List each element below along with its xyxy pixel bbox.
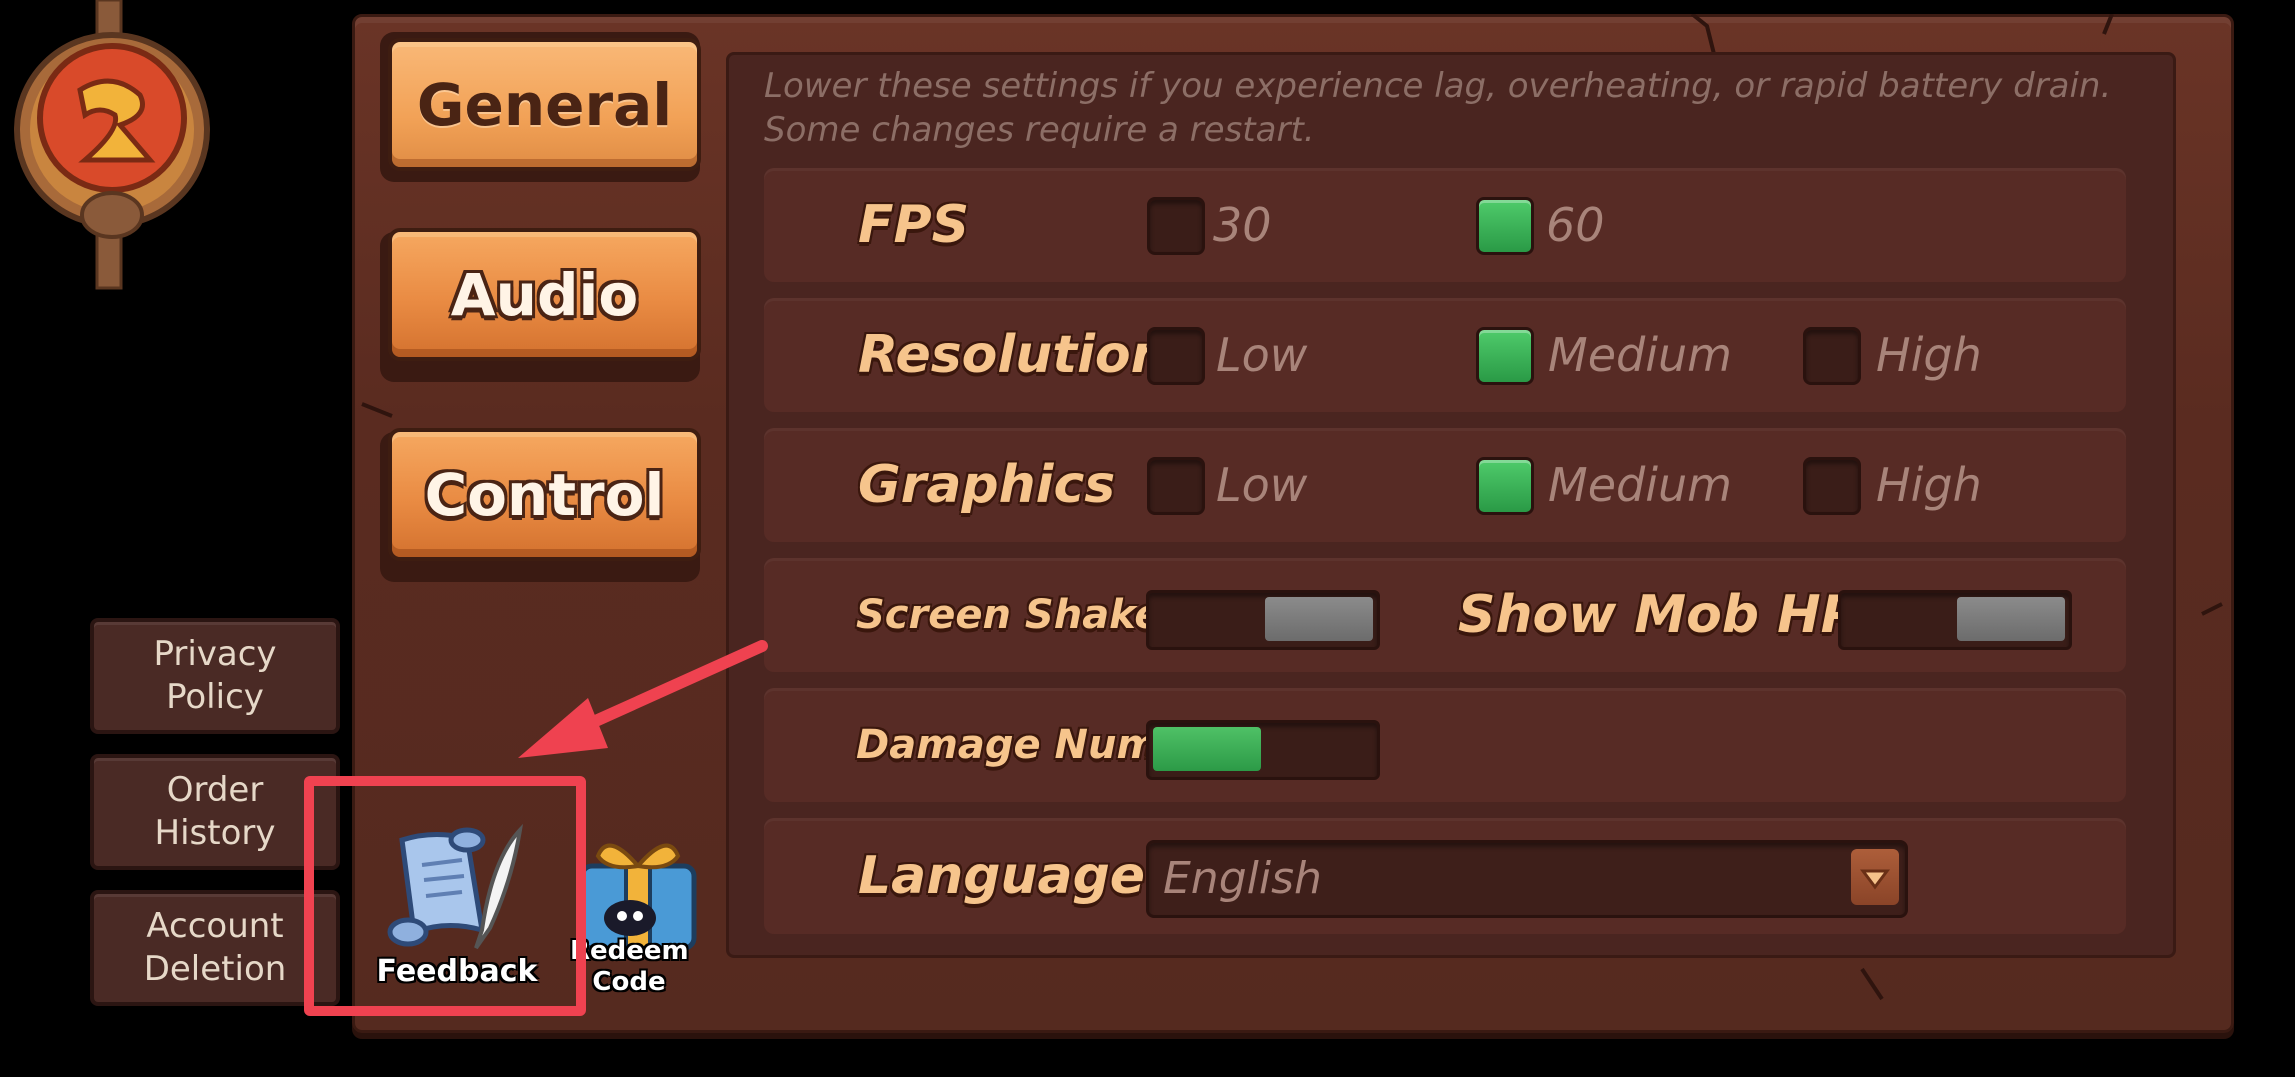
redeem-code-label-1: Redeem <box>570 936 689 966</box>
screen-shake-toggle[interactable] <box>1146 590 1380 650</box>
account-deletion-label-2: Deletion <box>143 949 287 989</box>
tab-audio[interactable]: Audio <box>388 228 701 361</box>
show-mob-hp-knob <box>1957 597 2065 641</box>
resolution-high-label: High <box>1876 328 1982 382</box>
show-mob-hp-label: Show Mob HP <box>1458 585 1859 645</box>
redeem-code-label: Redeem Code <box>570 936 689 998</box>
tab-control[interactable]: Control <box>388 428 701 561</box>
privacy-policy-label-1: Privacy <box>153 634 277 674</box>
fps-label: FPS <box>858 195 970 255</box>
graphics-high-label: High <box>1876 458 1982 512</box>
graphics-low-label: Low <box>1216 458 1308 512</box>
hint-line-1: Lower these settings if you experience l… <box>764 66 2112 106</box>
damage-num-toggle[interactable] <box>1146 720 1380 780</box>
resolution-medium-checkbox[interactable] <box>1476 327 1534 385</box>
damage-num-label: Damage Num <box>856 722 1159 768</box>
game-logo <box>14 0 210 290</box>
screen-shake-knob <box>1265 597 1373 641</box>
damage-num-knob <box>1153 727 1261 771</box>
resolution-label: Resolution <box>858 325 1168 385</box>
graphics-high-checkbox[interactable] <box>1803 457 1861 515</box>
dropdown-arrow-button[interactable] <box>1851 849 1899 905</box>
tab-general[interactable]: General <box>388 38 701 171</box>
feedback-highlight-box <box>304 776 586 1016</box>
language-label: Language <box>858 846 1146 906</box>
account-deletion-button[interactable]: Account Deletion <box>90 890 340 1006</box>
account-deletion-label-1: Account <box>146 906 284 946</box>
resolution-low-label: Low <box>1216 328 1308 382</box>
order-history-label-2: History <box>154 813 276 853</box>
resolution-low-checkbox[interactable] <box>1147 327 1205 385</box>
privacy-policy-button[interactable]: Privacy Policy <box>90 618 340 734</box>
graphics-label: Graphics <box>858 455 1116 515</box>
order-history-label-1: Order <box>166 770 264 810</box>
redeem-code-label-2: Code <box>592 967 666 997</box>
resolution-medium-label: Medium <box>1548 328 1732 382</box>
fps-30-label: 30 <box>1213 198 1272 252</box>
resolution-high-checkbox[interactable] <box>1803 327 1861 385</box>
fps-30-checkbox[interactable] <box>1147 197 1205 255</box>
graphics-medium-label: Medium <box>1548 458 1732 512</box>
order-history-button[interactable]: Order History <box>90 754 340 870</box>
chevron-down-icon <box>1860 869 1890 890</box>
privacy-policy-label-2: Policy <box>166 677 264 717</box>
fps-60-label: 60 <box>1546 198 1605 252</box>
annotation-arrow-icon <box>518 640 768 758</box>
language-dropdown[interactable]: English <box>1146 840 1908 918</box>
graphics-medium-checkbox[interactable] <box>1476 457 1534 515</box>
hint-line-2: Some changes require a restart. <box>764 110 1315 150</box>
fps-60-checkbox[interactable] <box>1476 197 1534 255</box>
show-mob-hp-toggle[interactable] <box>1838 590 2072 650</box>
language-value: English <box>1163 853 1322 904</box>
graphics-low-checkbox[interactable] <box>1147 457 1205 515</box>
screen-shake-label: Screen Shake <box>856 592 1162 638</box>
performance-hint: Lower these settings if you experience l… <box>764 64 2144 152</box>
